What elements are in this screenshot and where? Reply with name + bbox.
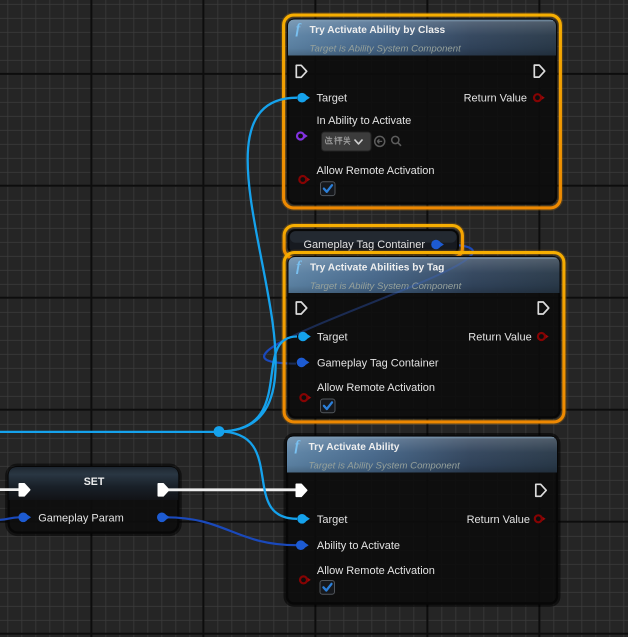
svg-text:Target: Target xyxy=(317,93,348,105)
svg-text:Allow Remote Activation: Allow Remote Activation xyxy=(317,382,435,394)
svg-text:Try Activate Ability: Try Activate Ability xyxy=(309,442,400,453)
svg-text:In Ability to Activate: In Ability to Activate xyxy=(317,115,412,127)
svg-text:Target: Target xyxy=(317,514,348,526)
svg-text:Target is Ability System Compo: Target is Ability System Component xyxy=(310,44,462,55)
svg-text:Gameplay Tag Container: Gameplay Tag Container xyxy=(304,239,426,251)
svg-text:Gameplay Param: Gameplay Param xyxy=(38,512,124,524)
svg-text:Ability to Activate: Ability to Activate xyxy=(317,540,400,552)
svg-text:SET: SET xyxy=(84,476,105,488)
svg-text:Gameplay Tag Container: Gameplay Tag Container xyxy=(317,357,439,369)
svg-text:Target: Target xyxy=(317,332,348,344)
svg-text:Allow Remote Activation: Allow Remote Activation xyxy=(317,165,435,177)
svg-text:Return Value: Return Value xyxy=(468,332,531,344)
svg-text:Allow Remote Activation: Allow Remote Activation xyxy=(317,565,435,577)
svg-text:Return Value: Return Value xyxy=(464,93,527,105)
svg-text:Target is Ability System Compo: Target is Ability System Component xyxy=(310,281,462,292)
svg-text:Try Activate Ability by Class: Try Activate Ability by Class xyxy=(310,25,446,36)
svg-text:Target is Ability System Compo: Target is Ability System Component xyxy=(309,461,461,472)
svg-text:Try Activate Abilities by Tag: Try Activate Abilities by Tag xyxy=(310,262,444,273)
svg-text:Return Value: Return Value xyxy=(467,514,530,526)
